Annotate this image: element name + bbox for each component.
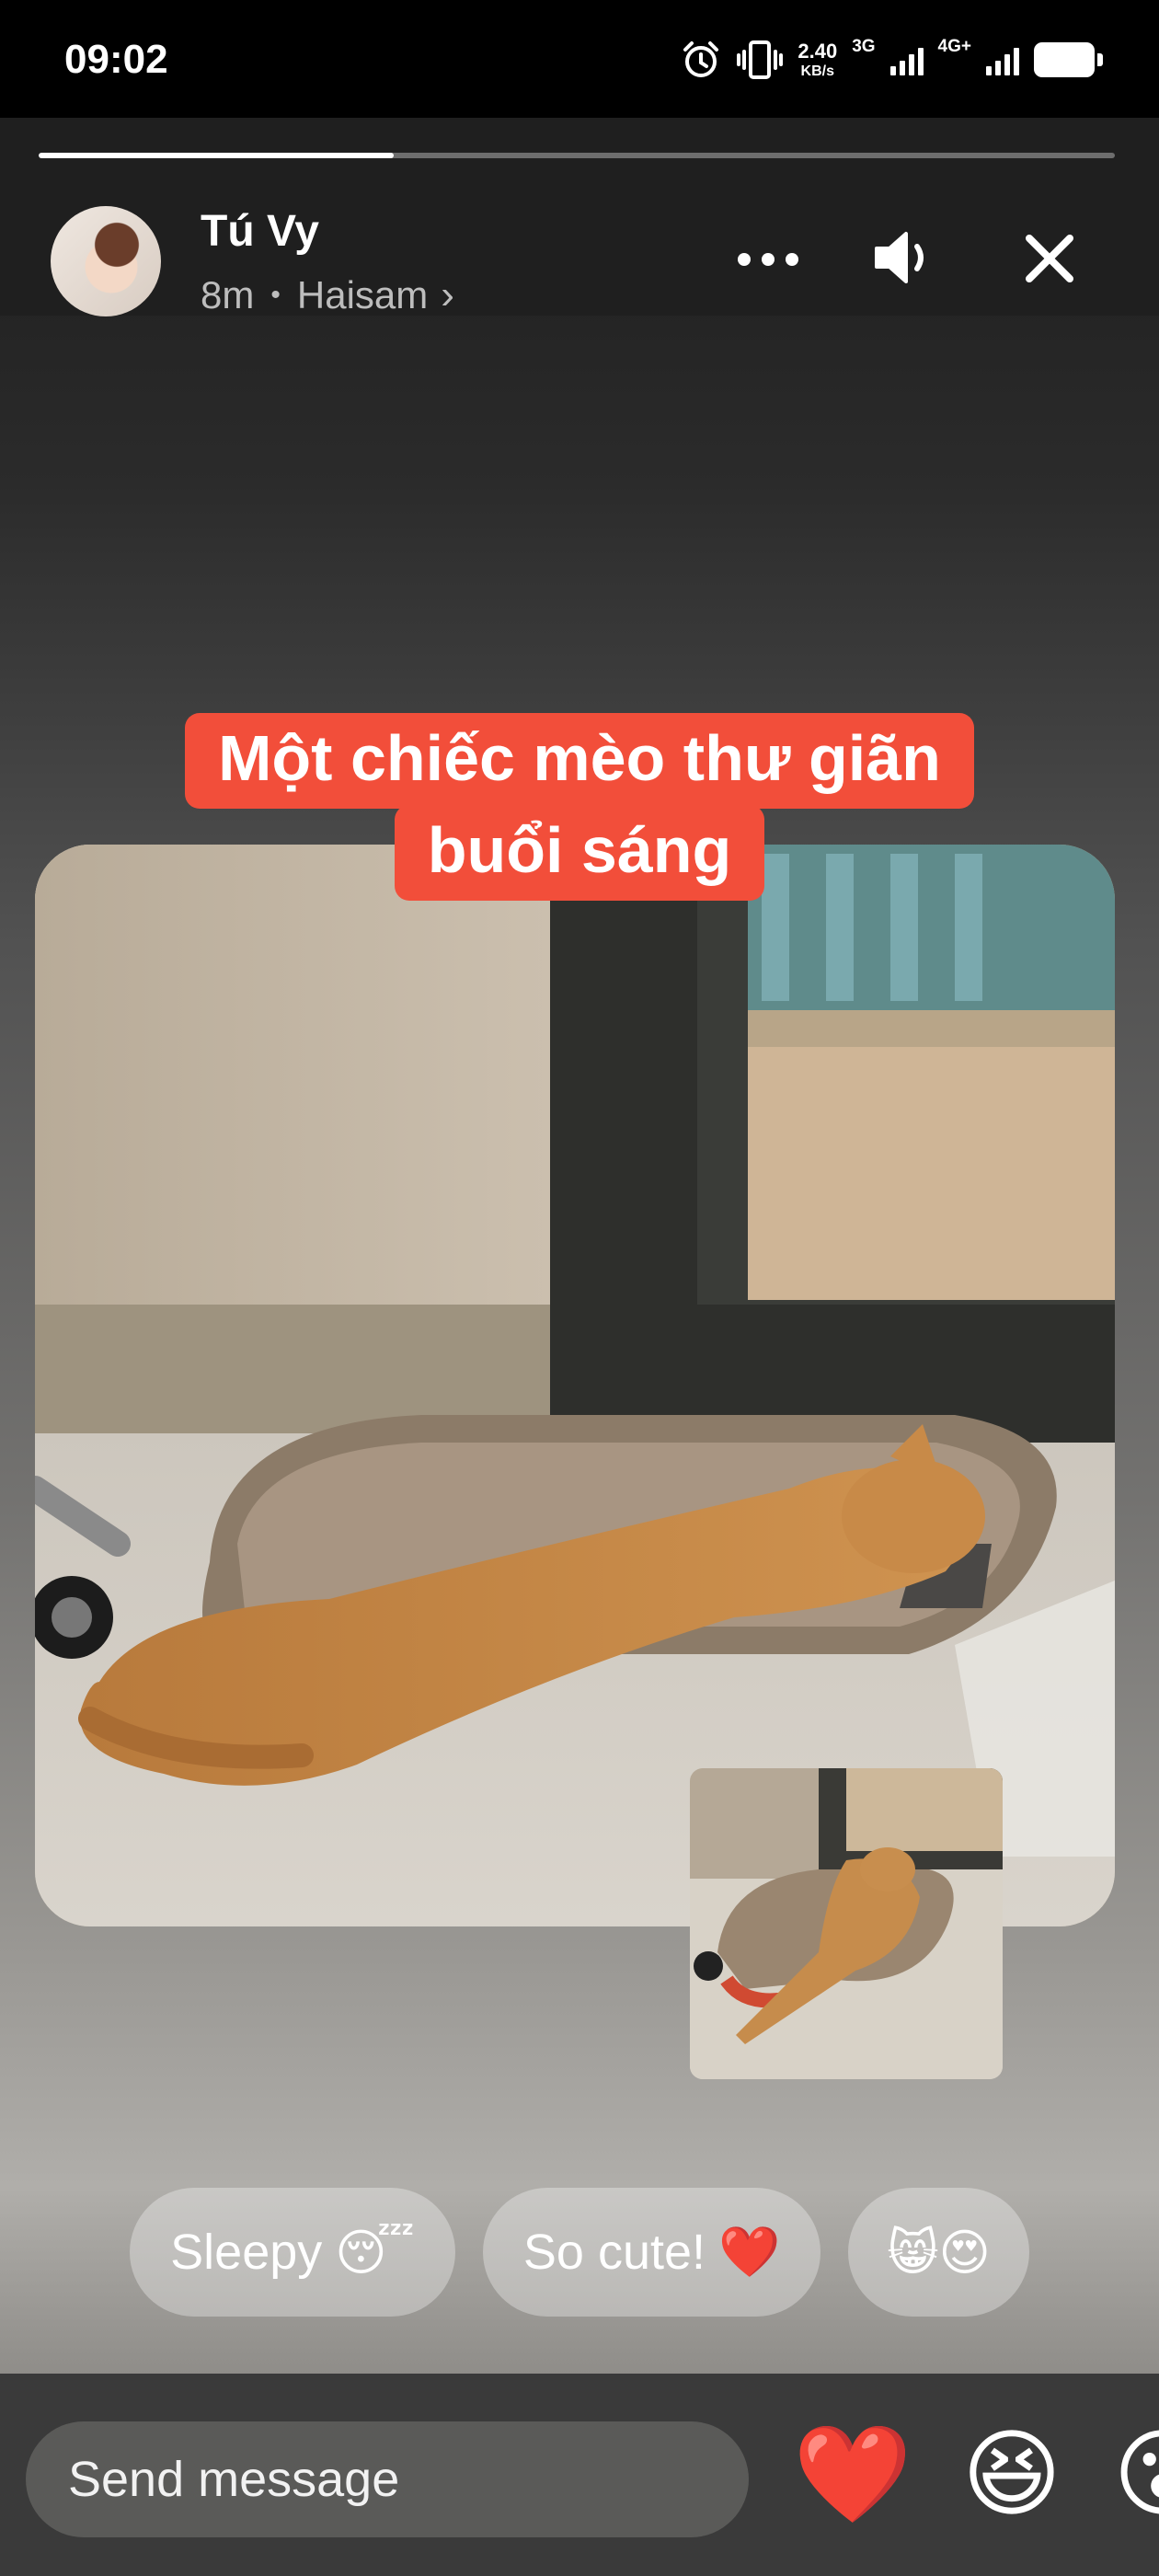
more-dot-icon [762,253,775,266]
story-progress-fill [39,153,395,158]
more-options-button[interactable] [731,241,805,278]
close-icon [1026,235,1073,282]
story-photo-inset [690,1768,1003,2079]
quick-reply-sleepy[interactable]: Sleepy 😴 [130,2188,455,2317]
alarm-icon [683,41,719,77]
cat-photo-inset-illustration [690,1768,1003,2079]
close-button[interactable] [1016,225,1083,292]
story-caption: Một chiếc mèo thư giãn buổi sáng [0,713,1159,901]
vibrate-icon [737,40,784,79]
quick-reply-cat-emoji[interactable]: 😸😍 [848,2188,1029,2317]
status-bar: 09:02 2.40 KB/s 3G 4G+ [0,0,1159,118]
cat-photo-illustration [35,845,1115,1926]
reaction-wow-button[interactable]: 😮 [1113,2420,1159,2530]
quick-reply-label: Sleepy [170,2225,323,2280]
status-icons: 2.40 KB/s 3G 4G+ [680,35,1103,85]
chevron-right-icon[interactable]: › [441,272,454,318]
quick-reply-label: So cute! [522,2225,706,2280]
story-time-ago: 8m [201,273,255,316]
network-type-sim1: 3G [852,37,876,56]
signal-sim1-icon [889,44,924,75]
sound-button[interactable] [869,221,943,294]
more-dot-icon [738,253,751,266]
network-speed-unit: KB/s [800,63,834,79]
network-type-sim2: 4G+ [937,37,971,56]
caption-line-1: Một chiếc mèo thư giãn [185,713,974,809]
story-user-name[interactable]: Tú Vy [201,206,319,257]
send-message-input[interactable] [26,2421,749,2537]
reaction-heart-button[interactable]: ❤️ [793,2420,912,2530]
avatar[interactable] [51,206,161,316]
network-speed-value: 2.40 [798,39,838,63]
status-time: 09:02 [64,37,168,82]
story-meta: 8m • Haisam › [201,272,454,318]
cat-heart-eyes-emoji-icon: 😸😍 [887,2225,991,2281]
heart-emoji-icon: ❤️ [718,2224,781,2280]
quick-replies: Sleepy 😴 So cute! ❤️ 😸😍 [0,2188,1159,2317]
story-music-label[interactable]: Haisam [297,273,428,317]
story-progress-bar [39,153,1115,158]
speaker-icon [875,232,924,283]
sleepy-emoji-icon: 😴 [335,2225,415,2281]
signal-sim2-icon [986,44,1019,75]
story-photo-main [35,845,1115,1926]
meta-separator: • [270,280,281,310]
quick-reply-so-cute[interactable]: So cute! ❤️ [482,2188,821,2317]
reaction-laugh-button[interactable]: 😆 [957,2420,1067,2530]
story-header-bg [0,118,1159,316]
caption-line-2: buổi sáng [394,805,765,901]
network-speed: 2.40 KB/s [798,39,838,79]
more-dot-icon [786,253,798,266]
battery-icon [1034,42,1103,77]
